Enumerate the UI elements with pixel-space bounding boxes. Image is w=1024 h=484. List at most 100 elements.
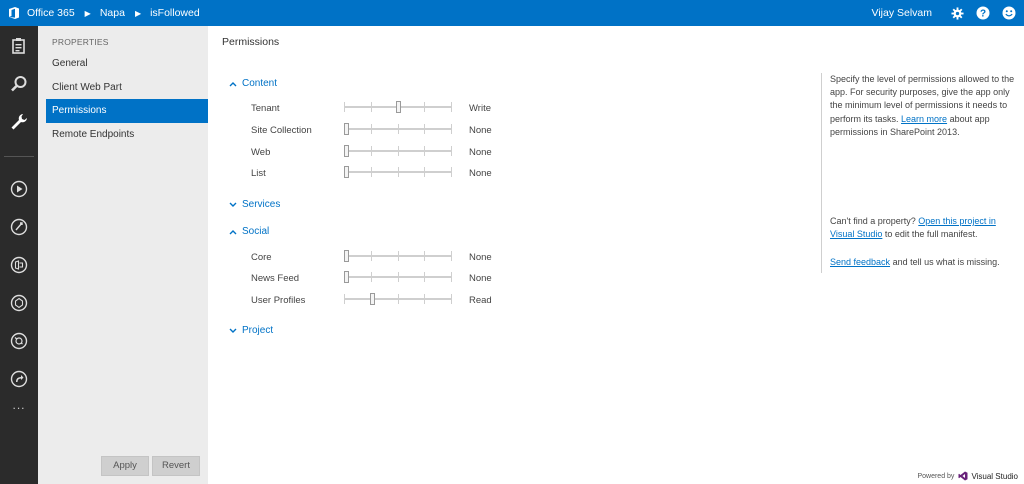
section-content[interactable]: Content [228,78,277,89]
permission-label: Tenant [251,103,280,114]
permission-level: None [469,252,492,263]
apply-button[interactable]: Apply [101,456,149,476]
slider-tick [451,146,452,156]
slider-tick [451,272,452,282]
slider-tick [451,251,452,261]
permission-slider[interactable] [344,293,452,305]
permission-slider[interactable] [344,166,452,178]
revert-button[interactable]: Revert [152,456,200,476]
slider-tick [398,167,399,177]
breadcrumb-separator-icon: ▶ [134,8,142,18]
permission-slider[interactable] [344,271,452,283]
section-label: Content [242,78,278,89]
slider-tick [451,167,452,177]
permission-label: User Profiles [251,295,306,306]
breadcrumb-napa[interactable]: Napa [100,7,125,19]
slider-thumb[interactable] [396,101,401,113]
sidebar-item-general[interactable]: General [46,52,208,76]
slider-tick [398,251,399,261]
chevron-up-icon [228,227,237,236]
slider-tick [398,272,399,282]
section-label: Services [242,199,281,210]
section-label: Social [242,226,270,237]
sidebar-item-client-web-part[interactable]: Client Web Part [46,76,208,100]
slider-tick [398,294,399,304]
open-office-icon[interactable] [0,250,38,280]
permission-label: Core [251,252,272,263]
permission-slider[interactable] [344,250,452,262]
redo-icon[interactable] [0,364,38,394]
slider-tick [424,251,425,261]
office-logo-icon[interactable] [7,6,21,20]
permission-label: Site Collection [251,125,312,136]
permission-label: Web [251,147,271,158]
slider-tick [344,102,345,112]
help-text: Can't find a property? [830,216,916,226]
permission-slider[interactable] [344,123,452,135]
slider-tick [371,146,372,156]
permission-level: None [469,168,492,179]
smiley-icon[interactable] [1002,6,1016,20]
help-icon[interactable]: ? [976,6,990,20]
permission-slider[interactable] [344,145,452,157]
permission-label: News Feed [251,273,300,284]
permission-label: List [251,168,266,179]
breadcrumb-separator-icon: ▶ [84,8,91,18]
slider-thumb[interactable] [344,250,349,262]
send-feedback-link[interactable]: Send feedback [830,257,890,267]
section-social[interactable]: Social [228,226,269,237]
app-name[interactable]: Office 365 [27,7,75,19]
more-icon[interactable]: ... [0,398,38,412]
help-text: to edit the full manifest. [884,229,978,240]
section-label: Project [242,325,274,336]
powered-by-text: Powered by [917,472,955,480]
permission-level: None [469,125,492,136]
gear-icon[interactable] [950,6,964,20]
slider-thumb[interactable] [370,293,375,305]
slider-tick [371,167,372,177]
sidebar-item-remote-endpoints[interactable]: Remote Endpoints [46,123,208,147]
slider-tick [424,272,425,282]
publish-icon[interactable] [0,212,38,242]
slider-thumb[interactable] [344,123,349,135]
visual-studio-text: Visual Studio [971,471,1018,481]
permission-slider[interactable] [344,101,452,113]
learn-more-link[interactable]: Learn more [901,114,947,124]
section-services[interactable]: Services [228,199,280,210]
user-name[interactable]: Vijay Selvam [872,7,933,19]
slider-tick [451,294,452,304]
slider-thumb[interactable] [344,145,349,157]
page-title: Permissions [222,36,280,48]
slider-tick [424,167,425,177]
visual-studio-logo-icon [958,471,968,481]
slider-tick [398,124,399,134]
slider-tick [451,102,452,112]
permission-level: None [469,147,492,158]
share-icon[interactable] [0,326,38,356]
rail-divider [4,156,34,157]
help-text: and tell us what is missing. [892,257,1000,267]
slider-tick [424,124,425,134]
svg-text:?: ? [980,9,986,20]
slider-tick [424,294,425,304]
slider-tick [424,102,425,112]
slider-tick [398,146,399,156]
help-paragraph-permissions: Specify the level of permissions allowed… [830,73,1017,139]
breadcrumb-project[interactable]: isFollowed [150,7,200,19]
slider-thumb[interactable] [344,166,349,178]
wrench-icon[interactable] [0,107,38,137]
slider-tick [424,146,425,156]
slider-tick [371,272,372,282]
slider-tick [371,251,372,261]
properties-sidebar: PROPERTIES General Client Web Part Permi… [38,26,208,484]
chevron-up-icon [228,79,237,88]
search-icon[interactable] [0,69,38,99]
sidebar-item-permissions[interactable]: Permissions [46,99,208,123]
run-icon[interactable] [0,174,38,204]
clipboard-icon[interactable] [0,31,38,61]
export-icon[interactable] [0,288,38,318]
slider-thumb[interactable] [344,271,349,283]
slider-tick [451,124,452,134]
sidebar-heading: PROPERTIES [52,37,109,47]
section-project[interactable]: Project [228,325,273,336]
